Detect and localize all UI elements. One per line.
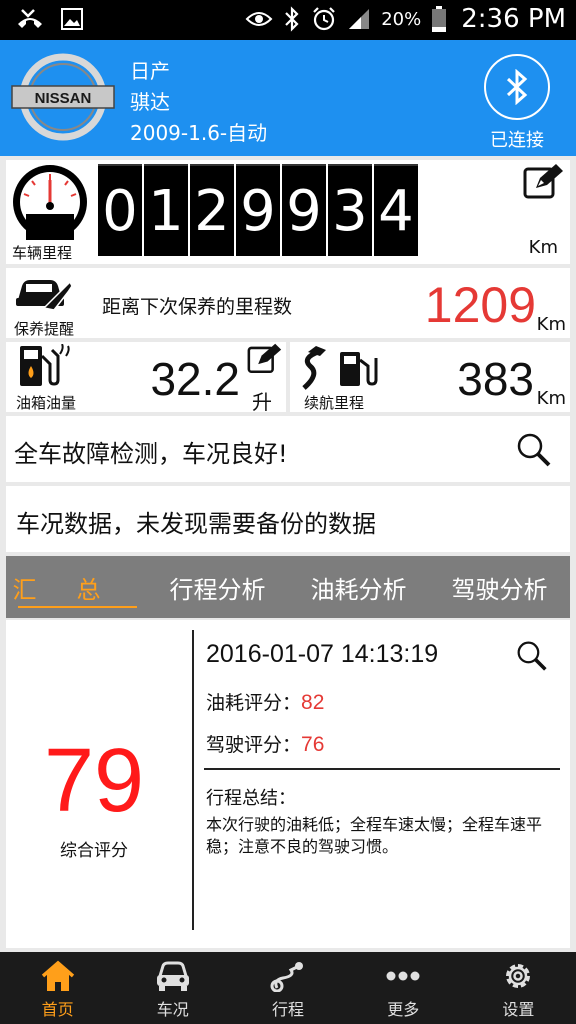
odometer-digit: 4 bbox=[374, 164, 418, 256]
tab-summary[interactable]: 汇总 bbox=[6, 556, 147, 618]
odometer-label: 车辆里程 bbox=[12, 244, 73, 262]
maintenance-unit: Km bbox=[536, 314, 566, 335]
odometer-digit: 2 bbox=[190, 164, 234, 256]
range-road-icon bbox=[302, 346, 378, 390]
odometer-digit: 0 bbox=[98, 164, 142, 256]
more-icon bbox=[386, 971, 420, 981]
svg-text:NISSAN: NISSAN bbox=[35, 90, 92, 107]
overall-score-label: 综合评分 bbox=[60, 841, 128, 861]
tab-driving-analysis[interactable]: 驾驶分析 bbox=[429, 556, 570, 618]
status-bar: 20% 2:36 PM bbox=[0, 0, 576, 40]
nav-trips[interactable]: 行程 bbox=[230, 952, 345, 1024]
range-card: 续航里程 383 Km bbox=[290, 342, 570, 412]
search-icon[interactable] bbox=[516, 432, 552, 468]
maintenance-label: 保养提醒 bbox=[14, 320, 75, 338]
driving-score-line: 驾驶评分：76 bbox=[206, 730, 324, 757]
car-wrench-icon bbox=[16, 280, 73, 311]
edit-odometer-icon[interactable] bbox=[522, 162, 566, 202]
car-model: 骐达 bbox=[130, 90, 170, 114]
odometer-display: 0 1 2 9 9 3 4 bbox=[98, 164, 418, 256]
nav-vehicle-label: 车况 bbox=[156, 1000, 189, 1019]
signal-icon bbox=[349, 9, 370, 29]
edit-fuel-icon[interactable] bbox=[246, 342, 284, 376]
bottom-navigation: 首页 车况 行程 更多 设置 bbox=[0, 952, 576, 1024]
trip-summary-title: 行程总结： bbox=[206, 788, 296, 809]
analysis-tabs: 汇总 行程分析 油耗分析 驾驶分析 bbox=[6, 556, 570, 618]
battery-percent: 20% bbox=[381, 8, 422, 30]
horizontal-divider bbox=[204, 768, 560, 770]
nav-home[interactable]: 首页 bbox=[0, 952, 115, 1024]
summary-panel: 79 综合评分 2016-01-07 14:13:19 油耗评分：82 驾驶评分… bbox=[6, 620, 570, 948]
nav-home-label: 首页 bbox=[41, 1000, 74, 1019]
trip-datetime: 2016-01-07 14:13:19 bbox=[206, 640, 439, 668]
speedometer-icon bbox=[13, 165, 87, 240]
car-make: 日产 bbox=[130, 59, 170, 83]
odometer-card: 车辆里程 0 1 2 9 9 3 4 Km bbox=[6, 160, 570, 264]
clock: 2:36 PM bbox=[461, 4, 566, 34]
car-icon bbox=[156, 961, 189, 991]
odometer-unit: Km bbox=[528, 237, 558, 258]
driving-score-label: 驾驶评分： bbox=[206, 734, 302, 756]
odometer-digit: 3 bbox=[328, 164, 372, 256]
image-icon bbox=[61, 8, 83, 30]
vehicle-header: NISSAN 日产 骐达 2009-1.6-自动 已连接 bbox=[0, 40, 576, 156]
maintenance-description: 距离下次保养的里程数 bbox=[102, 296, 293, 318]
range-value: 383 bbox=[457, 353, 534, 405]
nav-trips-label: 行程 bbox=[272, 1000, 305, 1019]
overall-score: 79 bbox=[44, 731, 145, 831]
bluetooth-icon bbox=[506, 69, 528, 105]
fuel-level-value: 32.2 bbox=[150, 353, 240, 405]
nav-more-label: 更多 bbox=[387, 1000, 420, 1019]
tab-fuel-analysis[interactable]: 油耗分析 bbox=[288, 556, 429, 618]
fuel-score: 82 bbox=[301, 691, 325, 714]
fuel-label: 油箱油量 bbox=[16, 394, 77, 412]
trip-search-icon[interactable] bbox=[516, 640, 548, 672]
home-icon bbox=[41, 960, 74, 991]
fuel-score-line: 油耗评分：82 bbox=[206, 688, 324, 715]
gear-icon bbox=[506, 964, 531, 988]
bluetooth-connection-button[interactable]: 已连接 bbox=[482, 54, 552, 152]
range-label: 续航里程 bbox=[304, 394, 365, 412]
maintenance-remaining-km: 1209 bbox=[424, 277, 536, 333]
maintenance-card[interactable]: 保养提醒 距离下次保养的里程数 1209 Km bbox=[6, 268, 570, 338]
nav-settings-label: 设置 bbox=[502, 1000, 535, 1019]
diagnostics-row[interactable]: 全车故障检测，车况良好! bbox=[6, 416, 570, 482]
car-variant: 2009-1.6-自动 bbox=[130, 121, 268, 145]
nav-more[interactable]: 更多 bbox=[346, 952, 461, 1024]
bluetooth-icon bbox=[285, 6, 299, 32]
fuel-unit: 升 bbox=[252, 390, 272, 414]
vertical-divider bbox=[192, 630, 194, 930]
odometer-digit: 9 bbox=[282, 164, 326, 256]
trip-summary-text: 本次行驶的油耗低；全程车速太慢；全程车速平稳；注意不良的驾驶习惯。 bbox=[206, 815, 543, 856]
odometer-digit: 1 bbox=[144, 164, 188, 256]
nav-vehicle[interactable]: 车况 bbox=[115, 952, 230, 1024]
nav-settings[interactable]: 设置 bbox=[461, 952, 576, 1024]
fuel-pump-icon bbox=[20, 344, 70, 386]
route-icon bbox=[270, 962, 303, 992]
driving-score: 76 bbox=[301, 733, 325, 756]
fuel-level-card: 油箱油量 32.2 升 bbox=[6, 342, 286, 414]
alarm-icon bbox=[313, 7, 335, 31]
tab-trip-analysis[interactable]: 行程分析 bbox=[147, 556, 288, 618]
backup-row[interactable]: 车况数据，未发现需要备份的数据 bbox=[6, 486, 570, 552]
range-unit: Km bbox=[536, 388, 566, 409]
missed-call-icon bbox=[18, 9, 42, 28]
backup-status: 车况数据，未发现需要备份的数据 bbox=[16, 510, 376, 538]
odometer-digit: 9 bbox=[236, 164, 280, 256]
bluetooth-status: 已连接 bbox=[490, 130, 544, 151]
diagnostics-status: 全车故障检测，车况良好! bbox=[14, 440, 288, 468]
fuel-score-label: 油耗评分： bbox=[206, 692, 302, 714]
eye-icon bbox=[245, 12, 273, 26]
brand-logo: NISSAN bbox=[10, 52, 116, 142]
battery-icon bbox=[432, 6, 447, 32]
